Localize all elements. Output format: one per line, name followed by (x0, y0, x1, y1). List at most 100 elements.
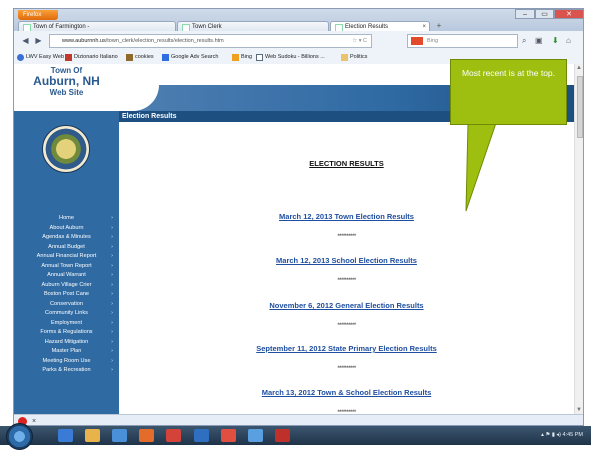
clock[interactable]: 4:45 PM (563, 432, 583, 438)
home-link[interactable]: Home (404, 79, 419, 85)
bookmark-web-sudoku[interactable]: Web Sudoku - Billions ... (256, 51, 325, 64)
bing-search-engine-icon[interactable] (411, 37, 423, 45)
acrobat-taskbar-icon[interactable] (275, 429, 290, 442)
site-title[interactable]: Town Of Auburn, NH Web Site (14, 64, 119, 111)
sidebar-item-annual-town-report[interactable]: Annual Town Report (14, 262, 119, 272)
election-results-title: ELECTION RESULTS (309, 159, 384, 168)
separator: ********** (337, 234, 356, 240)
bookmark-google-adv-search[interactable]: Google Adv Search (162, 51, 218, 64)
url-path: /town_clerk/election_results/election_re… (105, 38, 224, 44)
sidebar-item-employment[interactable]: Employment (14, 319, 119, 329)
town-seal-logo (42, 125, 90, 173)
system-tray: ▴ ⚑ ▮ ◂) 4:45 PM (541, 426, 583, 445)
result-link[interactable]: November 6, 2012 General Election Result… (119, 301, 574, 310)
search-icon[interactable]: ⌕ (522, 35, 526, 46)
reload-icon[interactable]: ☆ ▾ C (352, 35, 367, 47)
scroll-down-icon[interactable]: ▼ (576, 407, 582, 413)
bookmark-icon (232, 54, 239, 61)
bookmark-dizionario[interactable]: Dizionario Italiano (65, 51, 118, 64)
minimize-button[interactable]: – (515, 9, 535, 19)
sidebar-item-master-plan[interactable]: Master Plan (14, 347, 119, 357)
vertical-scrollbar[interactable]: ▲ ▼ (574, 64, 583, 414)
bookmark-label: Dizionario Italiano (74, 54, 118, 60)
bookmark-icon (65, 54, 72, 61)
main-content: ELECTION RESULTS March 12, 2013 Town Ele… (119, 122, 574, 414)
tab-label: Town of Farmington - (33, 24, 90, 30)
tray-icons[interactable]: ▴ ⚑ ▮ ◂) (541, 432, 562, 438)
bookmark-lwv-easy-web[interactable]: LWV Easy Web (17, 51, 64, 64)
result-link[interactable]: March 12, 2013 Town Election Results (119, 212, 574, 221)
download-icon[interactable]: ⬇ (552, 35, 559, 46)
sidebar-item-about-auburn[interactable]: About Auburn (14, 224, 119, 234)
new-tab-button[interactable]: + (432, 22, 446, 31)
sidebar-item-agendas-minutes[interactable]: Agendas & Minutes (14, 233, 119, 243)
home-icon[interactable]: ⌂ (566, 35, 571, 46)
maximize-button[interactable]: ▭ (535, 9, 554, 19)
folder-icon (341, 54, 348, 61)
bookmark-label: Bing (241, 54, 253, 60)
close-icon[interactable]: × (32, 415, 36, 425)
sidebar-item-home[interactable]: Home (14, 214, 119, 224)
windows-taskbar: ▴ ⚑ ▮ ◂) 4:45 PM (0, 423, 591, 450)
start-button[interactable] (6, 423, 33, 450)
bookmark-icon (256, 54, 263, 61)
powerpoint-taskbar-icon[interactable] (221, 429, 236, 442)
callout-text: Most recent is at the top. (461, 68, 556, 78)
forward-icon[interactable]: ▶ (33, 35, 44, 46)
scrollbar-thumb[interactable] (577, 76, 583, 138)
ie-taskbar-icon[interactable] (58, 429, 73, 442)
url-host: www.auburnnh.us (62, 38, 106, 44)
bookmark-icon (162, 54, 169, 61)
sidebar-item-village-crier[interactable]: Auburn Village Crier (14, 281, 119, 291)
bookmark-bing[interactable]: Bing (232, 51, 252, 64)
home-arrow-icon: » (382, 79, 386, 85)
outlook-taskbar-icon[interactable] (112, 429, 127, 442)
firefox-taskbar-icon[interactable] (139, 429, 154, 442)
sidebar-item-community-links[interactable]: Community Links (14, 309, 119, 319)
bookmark-cookies[interactable]: cookies (126, 51, 154, 64)
explorer-taskbar-icon[interactable] (85, 429, 100, 442)
bookmark-icon (126, 54, 133, 61)
sidebar-item-conservation[interactable]: Conservation (14, 300, 119, 310)
separator: ********** (337, 278, 356, 284)
result-link[interactable]: March 12, 2013 School Election Results (119, 256, 574, 265)
separator: ********** (337, 323, 356, 329)
search-box[interactable]: Bing (407, 34, 518, 48)
result-link[interactable]: September 11, 2012 State Primary Electio… (119, 344, 574, 353)
bookmark-label: Politics (350, 54, 368, 60)
app-taskbar-icon[interactable] (248, 429, 263, 442)
sidebar-item-forms-regulations[interactable]: Forms & Regulations (14, 328, 119, 338)
bookmark-politics[interactable]: Politics (341, 51, 367, 64)
bookmark-label: Web Sudoku - Billions ... (265, 54, 325, 60)
sidebar-item-parks-recreation[interactable]: Parks & Recreation (14, 366, 119, 376)
sidebar-item-meeting-room-use[interactable]: Meeting Room Use (14, 357, 119, 367)
sidebar-item-boston-post-cane[interactable]: Boston Post Cane (14, 290, 119, 300)
address-bar[interactable]: www.auburnnh.us/town_clerk/election_resu… (49, 34, 372, 48)
opera-taskbar-icon[interactable] (166, 429, 181, 442)
site-title-line: Auburn, NH (33, 74, 100, 88)
sidebar-item-annual-budget[interactable]: Annual Budget (14, 243, 119, 253)
back-icon[interactable]: ◀ (20, 35, 31, 46)
result-link[interactable]: March 13, 2012 Town & School Election Re… (119, 388, 574, 397)
bookmark-label: Google Adv Search (171, 54, 219, 60)
sidebar-item-annual-warrant[interactable]: Annual Warrant (14, 271, 119, 281)
search-placeholder: Bing (427, 38, 439, 44)
sidebar: Home About Auburn Agendas & Minutes Annu… (14, 111, 119, 414)
screenshot-frame: Firefox Town of Farmington - Town Clerk … (0, 0, 591, 450)
sidebar-item-hazard-mitigation[interactable]: Hazard Mitigation (14, 338, 119, 348)
bookmark-label: LWV Easy Web (26, 54, 65, 60)
separator: ********** (337, 366, 356, 372)
site-title-line: Web Site (49, 88, 84, 97)
scroll-up-icon[interactable]: ▲ (576, 65, 582, 71)
sidebar-item-annual-financial-report[interactable]: Annual Financial Report (14, 252, 119, 262)
navigation-toolbar: ◀ ▶ www.auburnnh.us/town_clerk/election_… (14, 31, 583, 52)
firefox-menu-button[interactable]: Firefox (18, 10, 58, 20)
add-on-bar: × (14, 414, 583, 425)
bookmark-icon (17, 54, 24, 61)
bookmarks-menu-icon[interactable]: ▣ (535, 35, 543, 46)
tab-label: Town Clerk (192, 24, 222, 30)
close-window-button[interactable]: ✕ (554, 9, 583, 19)
sidebar-menu: Home About Auburn Agendas & Minutes Annu… (14, 214, 119, 376)
word-taskbar-icon[interactable] (194, 429, 209, 442)
page-heading: Election Results (122, 113, 177, 120)
